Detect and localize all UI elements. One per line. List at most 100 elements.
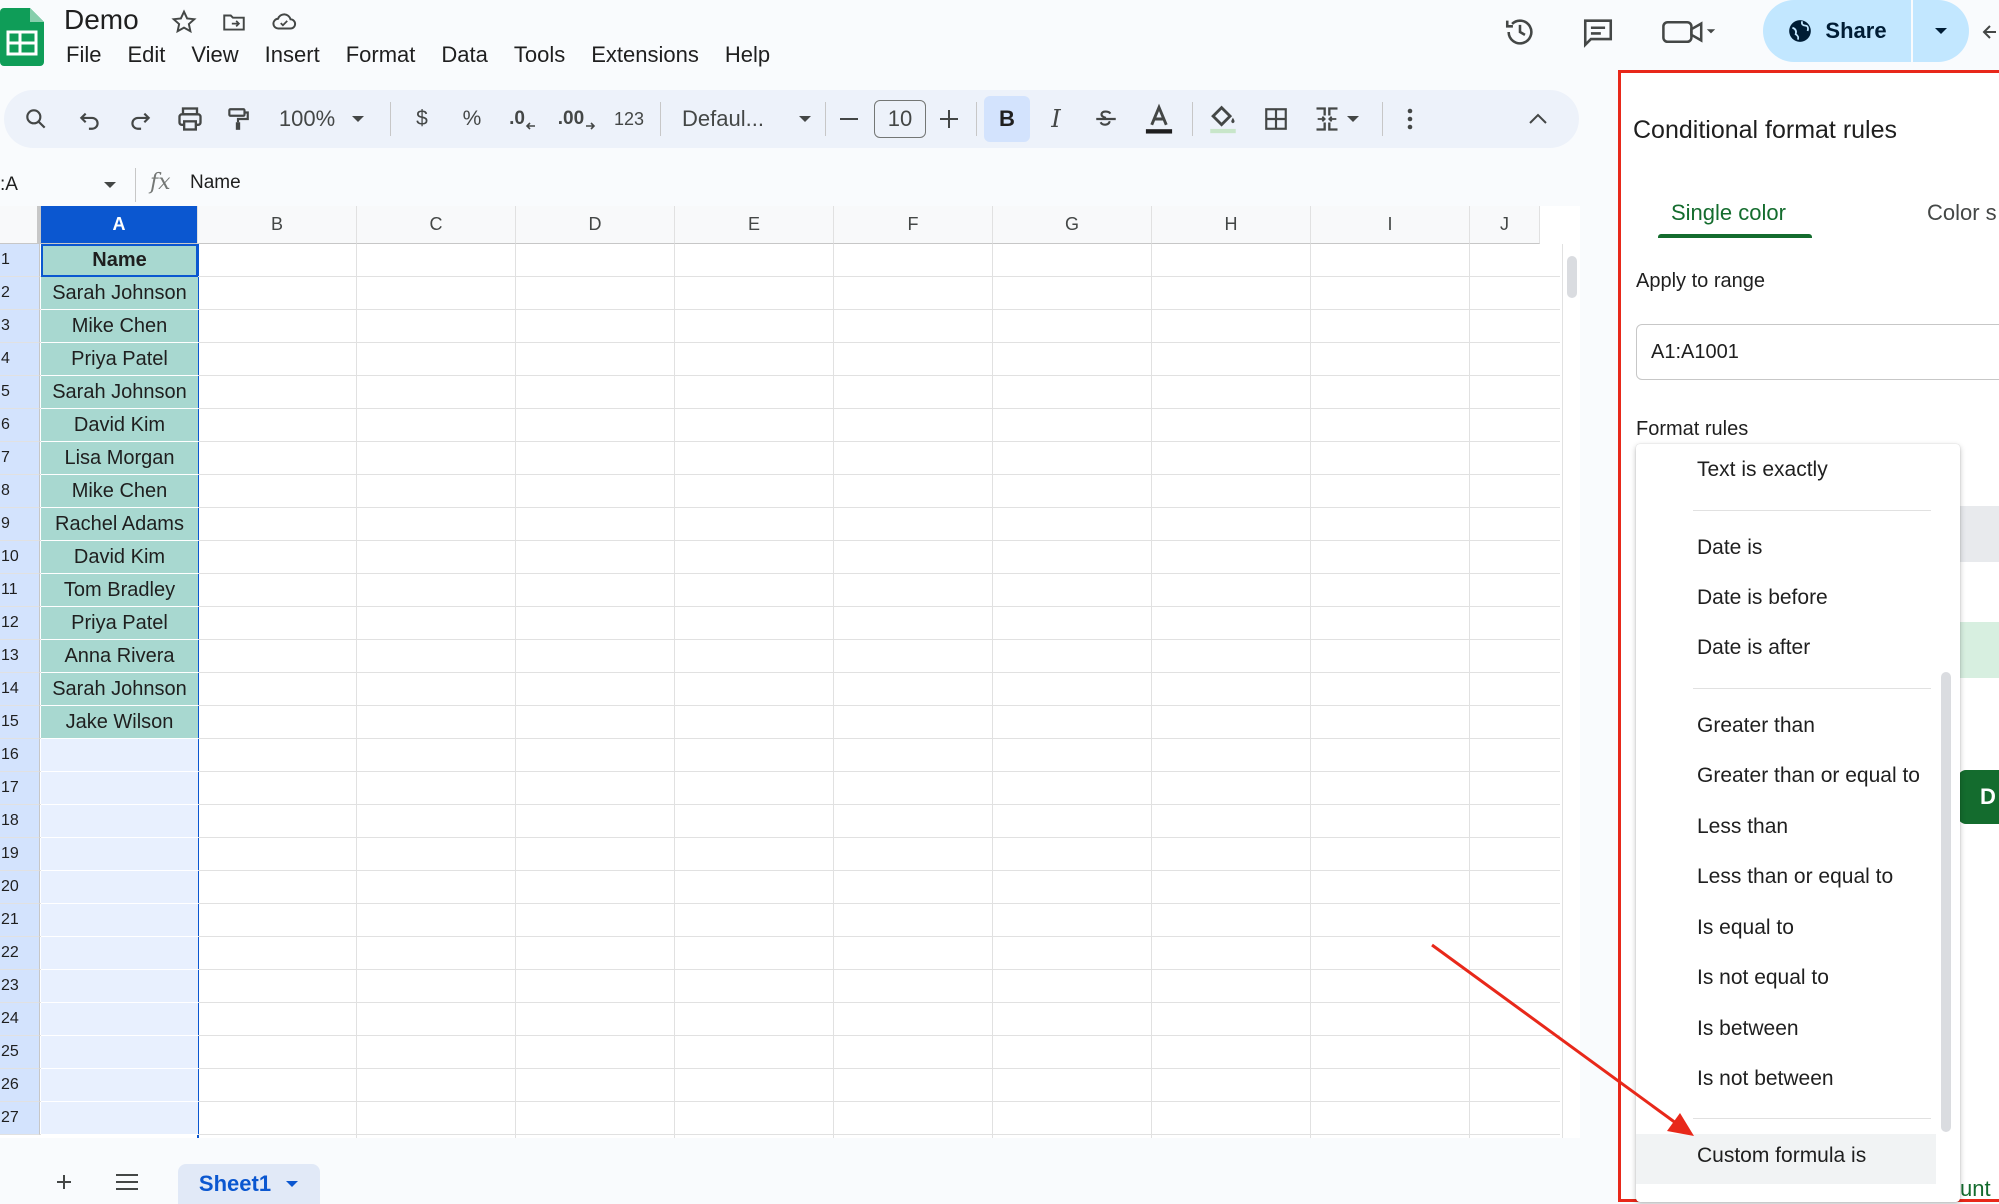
option-date-is[interactable]: Date is	[1697, 536, 1762, 560]
name-cell[interactable]: Mike Chen	[41, 475, 198, 508]
name-cell[interactable]: David Kim	[41, 409, 198, 442]
option-custom-formula[interactable]: Custom formula is	[1697, 1144, 1866, 1168]
column-header-c[interactable]: C	[357, 206, 516, 244]
option-is-not-equal-to[interactable]: Is not equal to	[1697, 966, 1829, 990]
percent-format-button[interactable]: %	[452, 96, 492, 142]
row-header-27[interactable]: 27	[0, 1102, 40, 1135]
name-cell[interactable]	[41, 838, 198, 871]
row-header-12[interactable]: 12	[0, 607, 40, 640]
name-cell[interactable]: Tom Bradley	[41, 574, 198, 607]
document-title[interactable]: Demo	[64, 4, 139, 36]
redo-icon[interactable]	[120, 96, 160, 142]
row-header-8[interactable]: 8	[0, 475, 40, 508]
name-box[interactable]: :A	[0, 168, 125, 202]
menu-tools[interactable]: Tools	[514, 42, 565, 68]
text-color-icon[interactable]	[1136, 96, 1182, 142]
row-header-19[interactable]: 19	[0, 838, 40, 871]
option-is-between[interactable]: Is between	[1697, 1017, 1799, 1041]
row-header-6[interactable]: 6	[0, 409, 40, 442]
name-cell[interactable]: Mike Chen	[41, 310, 198, 343]
option-greater-than[interactable]: Greater than	[1697, 714, 1815, 738]
borders-icon[interactable]	[1256, 96, 1296, 142]
column-header-b[interactable]: B	[198, 206, 357, 244]
row-header-11[interactable]: 11	[0, 574, 40, 607]
increase-decimal-button[interactable]: .00	[552, 96, 602, 142]
formula-input[interactable]: Name	[190, 172, 241, 194]
tab-color-scale[interactable]: Color s	[1927, 200, 1997, 226]
column-header-a[interactable]: A	[41, 206, 198, 244]
row-header-25[interactable]: 25	[0, 1036, 40, 1069]
print-icon[interactable]	[170, 96, 210, 142]
option-is-equal-to[interactable]: Is equal to	[1697, 916, 1794, 940]
more-options-icon[interactable]	[1390, 96, 1430, 142]
font-select[interactable]: Defaul...	[672, 96, 812, 142]
name-cell[interactable]	[41, 871, 198, 904]
star-icon[interactable]	[168, 6, 200, 38]
option-less-than-or-equal[interactable]: Less than or equal to	[1697, 865, 1893, 889]
option-is-not-between[interactable]: Is not between	[1697, 1067, 1834, 1091]
row-header-15[interactable]: 15	[0, 706, 40, 739]
share-button[interactable]: Share	[1763, 0, 1911, 62]
column-header-f[interactable]: F	[834, 206, 993, 244]
currency-format-button[interactable]: $	[402, 96, 442, 142]
name-cell[interactable]	[41, 1036, 198, 1069]
row-header-10[interactable]: 10	[0, 541, 40, 574]
vertical-scrollbar[interactable]	[1562, 244, 1580, 1138]
font-size-input[interactable]: 10	[874, 100, 926, 138]
tab-single-color[interactable]: Single color	[1671, 200, 1786, 226]
menu-file[interactable]: File	[66, 42, 101, 68]
menu-data[interactable]: Data	[441, 42, 487, 68]
name-cell[interactable]	[41, 970, 198, 1003]
name-cell[interactable]	[41, 904, 198, 937]
name-cell[interactable]: Sarah Johnson	[41, 277, 198, 310]
row-header-2[interactable]: 2	[0, 277, 40, 310]
menu-edit[interactable]: Edit	[127, 42, 165, 68]
zoom-select[interactable]: 100%	[272, 96, 372, 142]
menu-extensions[interactable]: Extensions	[591, 42, 699, 68]
name-cell[interactable]: Rachel Adams	[41, 508, 198, 541]
name-cell[interactable]: Priya Patel	[41, 343, 198, 376]
name-cell[interactable]	[41, 739, 198, 772]
merge-cells-icon[interactable]	[1306, 96, 1366, 142]
name-cell[interactable]: Lisa Morgan	[41, 442, 198, 475]
add-rule-partial[interactable]: unt	[1960, 1176, 1991, 1202]
italic-button[interactable]: I	[1036, 96, 1076, 142]
undo-icon[interactable]	[70, 96, 110, 142]
row-header-9[interactable]: 9	[0, 508, 40, 541]
name-cell[interactable]: David Kim	[41, 541, 198, 574]
name-cell[interactable]: Priya Patel	[41, 607, 198, 640]
option-text-is-exactly[interactable]: Text is exactly	[1697, 458, 1828, 482]
row-header-13[interactable]: 13	[0, 640, 40, 673]
bold-button[interactable]: B	[984, 96, 1030, 142]
name-cell[interactable]	[41, 1069, 198, 1102]
option-greater-than-or-equal[interactable]: Greater than or equal to	[1697, 764, 1920, 788]
strikethrough-icon[interactable]	[1086, 96, 1126, 142]
increase-font-size-icon[interactable]	[934, 96, 964, 142]
meet-icon[interactable]	[1660, 10, 1720, 54]
row-header-7[interactable]: 7	[0, 442, 40, 475]
row-header-20[interactable]: 20	[0, 871, 40, 904]
row-header-14[interactable]: 14	[0, 673, 40, 706]
dropdown-scrollbar[interactable]	[1941, 672, 1951, 1132]
add-sheet-icon[interactable]	[52, 1170, 76, 1199]
row-header-26[interactable]: 26	[0, 1069, 40, 1102]
range-input[interactable]: A1:A1001	[1636, 324, 1999, 380]
row-header-17[interactable]: 17	[0, 772, 40, 805]
menu-format[interactable]: Format	[346, 42, 416, 68]
version-history-icon[interactable]	[1498, 10, 1542, 54]
collapse-arrow-icon[interactable]	[1982, 20, 1999, 49]
name-cell[interactable]	[41, 772, 198, 805]
spreadsheet-grid[interactable]: ABCDEFGHIJ 1 2 3 4 5 6 7 8 9 10 11 12 13 14 15 16 17 18 19…	[0, 206, 1580, 1138]
option-date-is-after[interactable]: Date is after	[1697, 636, 1810, 660]
row-header-24[interactable]: 24	[0, 1003, 40, 1036]
name-cell[interactable]	[41, 805, 198, 838]
menu-insert[interactable]: Insert	[265, 42, 320, 68]
name-cell[interactable]: Sarah Johnson	[41, 673, 198, 706]
all-sheets-icon[interactable]	[114, 1172, 140, 1197]
option-less-than[interactable]: Less than	[1697, 815, 1788, 839]
paint-format-icon[interactable]	[218, 96, 258, 142]
option-date-is-before[interactable]: Date is before	[1697, 586, 1828, 610]
column-header-d[interactable]: D	[516, 206, 675, 244]
row-header-1[interactable]: 1	[0, 244, 40, 277]
sheet-tab-sheet1[interactable]: Sheet1	[178, 1164, 320, 1204]
